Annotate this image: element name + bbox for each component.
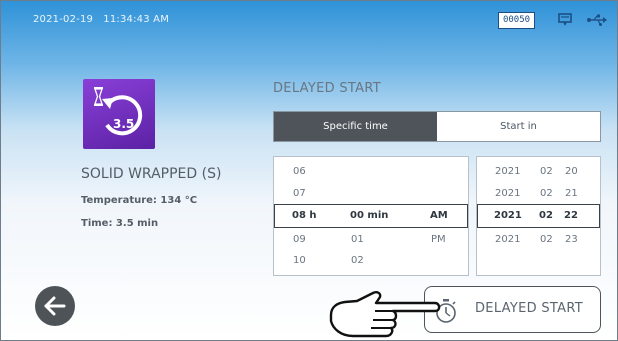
date-row-selected[interactable]: 2021 02 22	[477, 204, 600, 228]
status-bar: 2021-02-19 11:34:43 AM 00050	[1, 1, 617, 35]
pointing-hand-icon	[329, 291, 441, 338]
month-value: 02	[540, 234, 553, 245]
year-value: 2021	[495, 166, 521, 177]
hour-value: 08 h	[292, 210, 317, 221]
date-text: 2021-02-19	[33, 14, 94, 25]
hour-value: 10	[293, 255, 306, 266]
month-value: 02	[540, 166, 553, 177]
time-row[interactable]: 06	[274, 161, 468, 183]
date-picker[interactable]: 2021 02 20 2021 02 21 2021 02 22 2021 02…	[476, 156, 601, 276]
ampm-value: PM	[431, 234, 446, 245]
section-title: DELAYED START	[273, 81, 381, 96]
day-value: 22	[564, 210, 578, 221]
time-row-selected[interactable]: 08 h 00 min AM	[274, 204, 468, 228]
month-value: 02	[539, 210, 553, 221]
date-row[interactable]: 2021 02 23	[477, 229, 600, 251]
program-temperature: Temperature: 134 °C	[81, 195, 198, 206]
hour-value: 07	[293, 188, 306, 199]
time-row[interactable]: 07	[274, 183, 468, 205]
program-icon: 3.5	[83, 79, 155, 149]
minute-value: 00 min	[350, 210, 389, 221]
month-value: 02	[540, 188, 553, 199]
delayed-start-button[interactable]: DELAYED START	[424, 286, 601, 333]
minute-value: 01	[351, 234, 364, 245]
back-button[interactable]	[35, 286, 75, 326]
year-value: 2021	[494, 210, 522, 221]
date-row[interactable]: 2021 02 20	[477, 161, 600, 183]
program-icon-value: 3.5	[113, 117, 135, 131]
year-value: 2021	[495, 188, 521, 199]
delayed-start-button-label: DELAYED START	[475, 301, 583, 316]
time-row[interactable]: 10 02	[274, 250, 468, 272]
time-picker[interactable]: 06 07 08 h 00 min AM 09 01 PM 10 02	[273, 156, 469, 276]
time-row[interactable]: 09 01 PM	[274, 229, 468, 251]
day-value: 20	[565, 166, 578, 177]
card-icon	[558, 13, 572, 26]
screen: 2021-02-19 11:34:43 AM 00050 3.5 SOLID W…	[0, 0, 618, 341]
arrow-left-icon	[44, 296, 66, 316]
program-name: SOLID WRAPPED (S)	[81, 166, 222, 182]
program-time: Time: 3.5 min	[81, 218, 159, 229]
usb-icon	[587, 14, 607, 26]
delay-mode-tabs: Specific time Start in	[273, 111, 601, 142]
year-value: 2021	[495, 234, 521, 245]
day-value: 23	[565, 234, 578, 245]
date-row[interactable]: 2021 02 21	[477, 183, 600, 205]
day-value: 21	[565, 188, 578, 199]
hour-value: 09	[293, 234, 306, 245]
datetime: 2021-02-19 11:34:43 AM	[33, 14, 169, 25]
time-text: 11:34:43 AM	[103, 14, 170, 25]
tab-start-in[interactable]: Start in	[437, 112, 600, 141]
cycle-counter: 00050	[498, 12, 535, 29]
ampm-value: AM	[430, 210, 448, 221]
hour-value: 06	[293, 166, 306, 177]
minute-value: 02	[351, 255, 364, 266]
tab-specific-time[interactable]: Specific time	[274, 112, 437, 141]
hourglass-icon	[94, 87, 143, 136]
